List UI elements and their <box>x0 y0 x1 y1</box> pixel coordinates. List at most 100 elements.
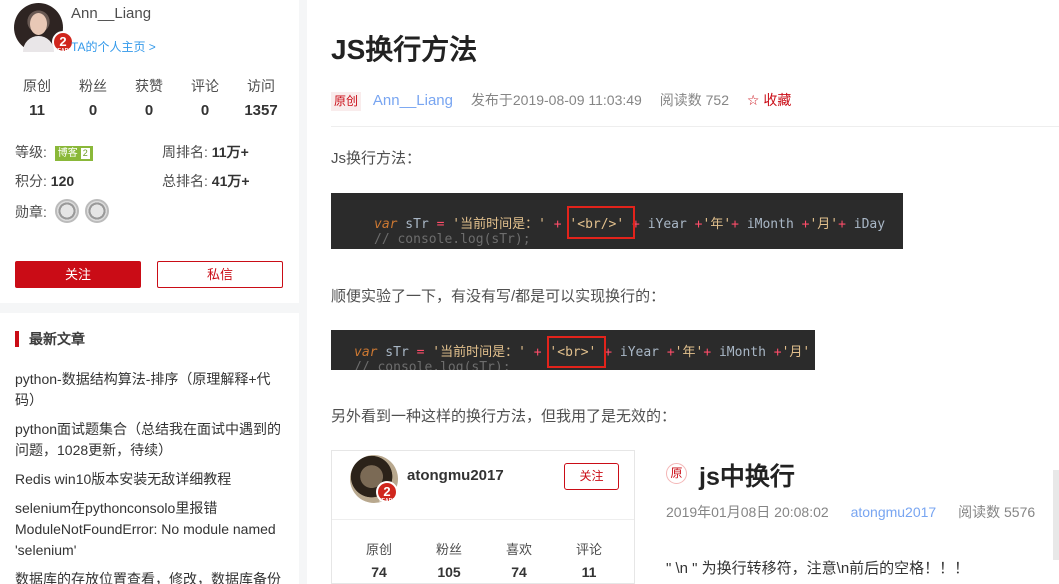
article-body: JS换行方法 原创 Ann__Liang 发布于2019-08-09 11:03… <box>307 0 1059 584</box>
paragraph: 顺便实验了一下，有没有写/都是可以实现换行的： <box>331 288 666 305</box>
embedded-username: atongmu2017 <box>407 467 504 484</box>
collect-button[interactable]: ☆ 收藏 <box>747 92 791 108</box>
code-token: sTr <box>377 345 417 360</box>
recent-articles-list: python-数据结构算法-排序（原理解释+代码） python面试题集合（总结… <box>15 369 287 584</box>
stat-visits[interactable]: 访问 1357 <box>233 76 289 119</box>
follow-button[interactable]: 关注 <box>15 261 141 288</box>
read-count: 阅读数 752 <box>659 92 729 108</box>
embedded-screenshot: 2 YEARS atongmu2017 关注 原创 74 粉丝 105 喜欢 74… <box>331 450 1059 584</box>
avatar-face <box>30 13 47 35</box>
stat-label: 评论 <box>575 542 602 557</box>
highlight-box <box>567 206 635 239</box>
years-badge-number: 2 <box>59 34 67 49</box>
stat-label: 原创 <box>365 542 392 557</box>
embedded-author: atongmu2017 <box>850 504 937 520</box>
years-badge-icon: 2 YEARS <box>376 481 398 504</box>
publish-time: 发布于2019-08-09 11:03:49 <box>470 92 642 108</box>
stat-value: 11 <box>29 102 45 119</box>
recent-article-link[interactable]: python面试题集合（总结我在面试中遇到的问题，1028更新，待续） <box>15 419 287 461</box>
embedded-stat: 粉丝 105 <box>424 539 474 580</box>
stat-label: 喜欢 <box>505 542 532 557</box>
code-token: + <box>694 217 703 232</box>
embedded-follow-button: 关注 <box>564 463 619 490</box>
stat-fans[interactable]: 粉丝 0 <box>65 76 121 119</box>
code-token: + <box>838 217 854 232</box>
stat-value: 74 <box>511 564 527 580</box>
stat-value: 0 <box>88 102 98 119</box>
code-token: + <box>773 345 782 360</box>
divider <box>332 519 634 520</box>
level-row: 等级: 博客 2 <box>15 142 93 162</box>
paragraph: 另外看到一种这样的换行方法，但我用了是无效的： <box>331 408 677 425</box>
level-number: 2 <box>80 148 90 159</box>
recent-article-link[interactable]: selenium在pythonconsolo里报错ModuleNotFoundE… <box>15 498 287 561</box>
code-token: iDay <box>853 217 886 232</box>
embedded-article: 原 js中换行 2019年01月08日 20:08:02 atongmu2017… <box>641 450 1059 584</box>
stat-value: 0 <box>200 102 210 119</box>
recent-article-link[interactable]: python-数据结构算法-排序（原理解释+代码） <box>15 369 287 411</box>
stat-label: 粉丝 <box>79 78 107 94</box>
total-rank-label: 总排名: <box>162 173 208 189</box>
code-token: iMonth <box>718 345 774 360</box>
week-rank-label: 周排名: <box>162 144 208 160</box>
stat-label: 原创 <box>23 78 51 94</box>
recent-article-link[interactable]: 数据库的存放位置查看，修改，数据库备份 <box>15 569 287 584</box>
points-row: 积分: 120 <box>15 171 74 191</box>
code-token: + <box>525 345 550 360</box>
level-label: 等级: <box>15 144 47 160</box>
divider <box>331 126 1059 127</box>
stat-original[interactable]: 原创 11 <box>9 76 65 119</box>
code-comment: // console.log(sTr); <box>374 232 531 247</box>
code-image-2: var sTr = '当前时间是：' + '<br>' + iYear +'年'… <box>331 330 815 370</box>
avatar[interactable]: 2 YEARS <box>14 3 74 54</box>
stat-value: 105 <box>437 564 461 580</box>
code-token: iYear <box>619 345 667 360</box>
message-button[interactable]: 私信 <box>157 261 283 288</box>
homepage-link[interactable]: TA的个人主页 > <box>71 38 156 55</box>
recent-articles-card: 最新文章 python-数据结构算法-排序（原理解释+代码） python面试题… <box>0 313 299 584</box>
code-token: = <box>436 217 453 232</box>
code-keyword: var <box>374 217 398 232</box>
code-token: '月' <box>781 345 811 360</box>
stat-label: 粉丝 <box>435 542 462 557</box>
article-title: JS换行方法 <box>331 34 478 65</box>
stat-value: 1357 <box>244 102 278 119</box>
embedded-avatar: 2 YEARS <box>350 455 398 504</box>
recent-article-link[interactable]: Redis win10版本安装无敌详细教程 <box>15 469 287 490</box>
code-token: = <box>416 345 433 360</box>
embedded-date: 2019年01月08日 20:08:02 <box>666 504 829 520</box>
code-token: + <box>703 345 719 360</box>
code-token: iMonth <box>746 217 802 232</box>
week-rank-value: 11万+ <box>211 144 249 160</box>
code-token: sTr <box>397 217 437 232</box>
stat-value: 0 <box>144 102 154 119</box>
stat-label: 访问 <box>247 78 275 94</box>
article-author-link[interactable]: Ann__Liang <box>373 92 453 109</box>
level-tag-text: 博客 <box>57 148 78 159</box>
embedded-author-card: 2 YEARS atongmu2017 关注 原创 74 粉丝 105 喜欢 74… <box>331 450 635 584</box>
avatar-shirt <box>23 36 54 52</box>
medal-writing-icon[interactable] <box>85 199 109 223</box>
stat-label: 评论 <box>191 78 219 94</box>
embedded-title: js中换行 <box>699 463 795 491</box>
level-badge-icon[interactable]: 博客 2 <box>54 146 93 161</box>
code-token: '年' <box>674 345 704 360</box>
code-token: '当前时间是：' <box>452 217 546 232</box>
code-comment: // console.log(sTr); <box>354 360 511 370</box>
total-rank-row: 总排名: 41万+ <box>162 171 250 191</box>
code-token: iYear <box>647 217 695 232</box>
stat-value: 11 <box>581 564 597 580</box>
highlight-box <box>547 336 606 368</box>
embedded-text: " \n " 为换行转移符，注意\n前后的空格！！！ <box>666 560 970 577</box>
embedded-scrollbar <box>1053 470 1059 560</box>
code-token: + <box>545 217 570 232</box>
username[interactable]: Ann__Liang <box>71 5 151 22</box>
medal-persistence-icon[interactable] <box>55 199 79 223</box>
code-token: '月' <box>809 217 839 232</box>
stat-likes[interactable]: 获赞 0 <box>121 76 177 119</box>
embedded-meta: 2019年01月08日 20:08:02 atongmu2017 阅读数 557… <box>666 502 1035 522</box>
points-value: 120 <box>50 173 75 189</box>
embedded-stat: 原创 74 <box>354 539 404 580</box>
stat-comments[interactable]: 评论 0 <box>177 76 233 119</box>
paragraph: Js换行方法： <box>331 150 422 167</box>
